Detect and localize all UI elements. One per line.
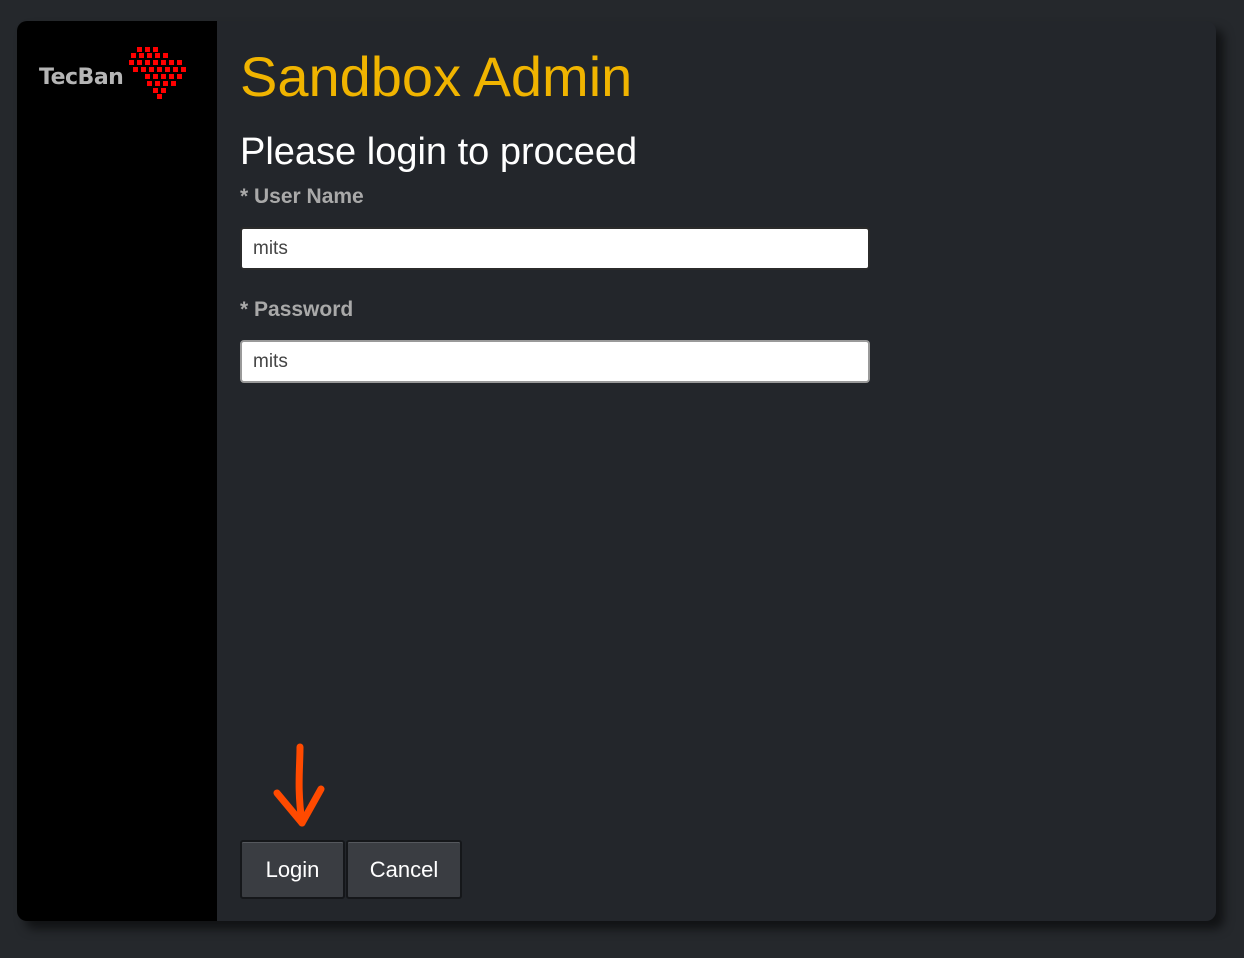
sidebar: TecBan bbox=[17, 21, 217, 921]
login-dialog: TecBan Sandbox Admin Please login to pro… bbox=[17, 21, 1216, 921]
main-panel: Sandbox Admin Please login to proceed * … bbox=[240, 21, 1216, 921]
login-button[interactable]: Login bbox=[240, 840, 345, 899]
username-label: * User Name bbox=[240, 185, 364, 208]
cancel-button[interactable]: Cancel bbox=[346, 840, 462, 899]
logo-text: TecBan bbox=[39, 65, 124, 90]
password-input[interactable] bbox=[240, 340, 870, 383]
page-title: Sandbox Admin bbox=[240, 45, 633, 108]
password-label: * Password bbox=[240, 298, 354, 321]
logo-mark-icon bbox=[129, 47, 186, 99]
login-prompt: Please login to proceed bbox=[240, 131, 638, 173]
username-input[interactable] bbox=[240, 227, 870, 270]
arrow-down-icon bbox=[273, 743, 325, 827]
tecban-logo: TecBan bbox=[39, 45, 191, 103]
